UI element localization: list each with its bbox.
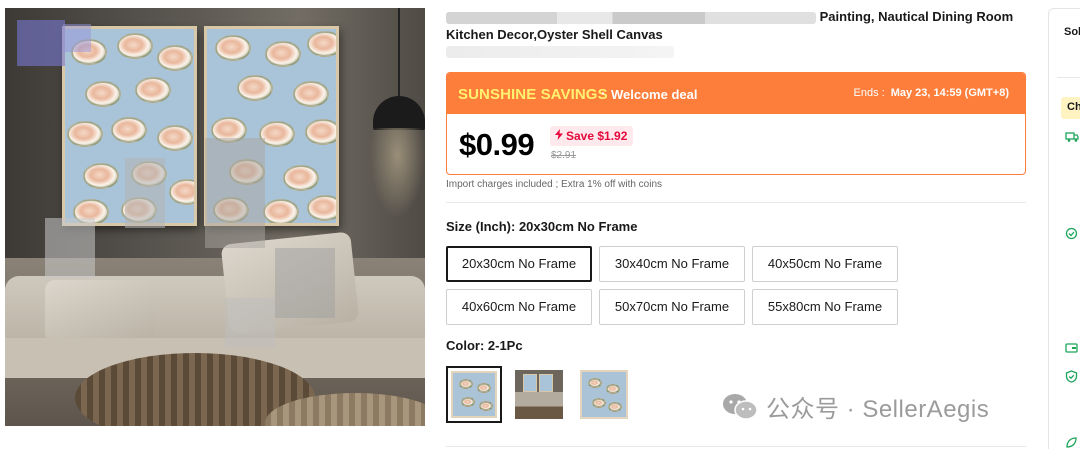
size-option[interactable]: 30x40cm No Frame <box>599 246 745 282</box>
leaf-icon <box>1065 437 1077 449</box>
product-image[interactable] <box>5 8 425 426</box>
size-option[interactable]: 40x60cm No Frame <box>446 289 592 325</box>
deal-countdown: Ends : May 23, 14:59 (GMT+8) <box>854 87 1010 99</box>
original-price: $2.91 <box>551 150 577 161</box>
wallet-icon <box>1065 342 1078 357</box>
size-label: Size (Inch): 20x30cm No Frame <box>446 219 638 234</box>
blurred-title-text <box>446 11 816 24</box>
wechat-icon <box>722 393 758 421</box>
color-swatch[interactable] <box>576 366 632 423</box>
deal-header: SUNSHINE SAVINGS · Welcome deal Ends : Ma… <box>447 73 1025 114</box>
choice-badge: Ch <box>1061 97 1080 119</box>
deal-banner: SUNSHINE SAVINGS · Welcome deal Ends : Ma… <box>446 72 1026 175</box>
return-icon <box>1065 227 1078 243</box>
divider <box>446 446 1026 447</box>
product-title: Painting, Nautical Dining Room Kitchen D… <box>446 8 1036 44</box>
store-side-panel: Sol Ch <box>1048 8 1080 449</box>
save-badge: Save $1.92 <box>550 126 634 146</box>
product-title-visible: Painting, Nautical Dining Room <box>819 9 1014 24</box>
product-title-line2: Kitchen Decor,Oyster Shell Canvas <box>446 27 663 42</box>
blurred-subtitle <box>446 46 674 58</box>
lightning-icon <box>554 126 564 146</box>
dried-plant <box>370 128 425 218</box>
truck-icon <box>1065 131 1079 146</box>
deal-ends-value: May 23, 14:59 (GMT+8) <box>890 87 1009 99</box>
current-price: $0.99 <box>459 127 535 162</box>
color-label: Color: 2-1Pc <box>446 338 523 353</box>
size-option[interactable]: 40x50cm No Frame <box>752 246 898 282</box>
color-swatch[interactable] <box>446 366 502 423</box>
deal-ends-label: Ends : <box>853 87 885 99</box>
divider <box>1057 77 1080 78</box>
size-option[interactable]: 50x70cm No Frame <box>599 289 745 325</box>
deal-label: Welcome deal <box>611 87 698 102</box>
divider <box>446 202 1026 203</box>
side-sold-label: Sol <box>1064 26 1080 38</box>
save-amount: Save $1.92 <box>566 129 628 143</box>
shield-check-icon <box>1065 370 1078 386</box>
watermark-text: 公众号 · SellerAegis <box>766 396 990 423</box>
deal-separator: · <box>601 85 606 101</box>
size-option[interactable]: 20x30cm No Frame <box>446 246 592 282</box>
size-option[interactable]: 55x80cm No Frame <box>752 289 898 325</box>
pillow <box>45 280 155 342</box>
lamp-cord <box>398 8 400 98</box>
watermark: 公众号 · SellerAegis <box>722 389 989 424</box>
import-charges-note: Import charges included ; Extra 1% off w… <box>446 179 663 190</box>
color-swatch[interactable] <box>511 366 567 423</box>
deal-brand: SUNSHINE SAVINGS <box>458 86 608 103</box>
